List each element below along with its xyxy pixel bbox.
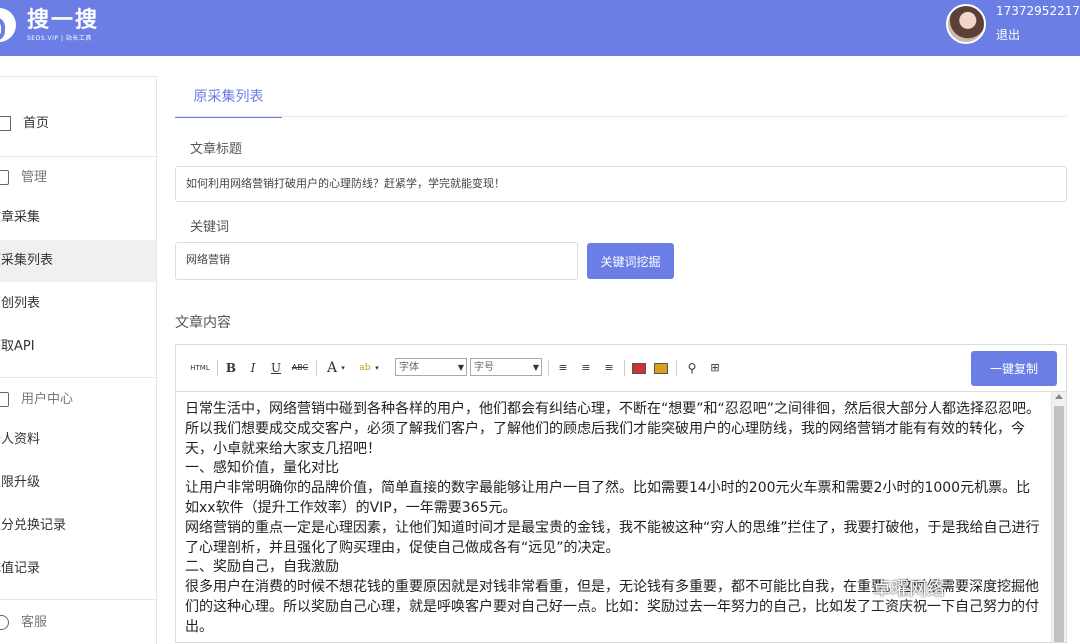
font-color-icon[interactable]: A <box>325 359 339 377</box>
editor-toolbar: HTML B I U ABC A ▾ ab ▾ 字体 ▼ 字号 ▼ ≡ ≡ ≡ ⚲ … <box>176 345 1066 392</box>
copy-all-button[interactable]: 一键复制 <box>971 351 1057 386</box>
sidebar-item-upgrade[interactable]: 权限升级 <box>0 462 144 504</box>
divider <box>0 377 156 378</box>
sidebar-group-user: 用户中心 <box>0 379 156 421</box>
logo-icon <box>0 8 16 42</box>
sidebar-group-label: 用户中心 <box>21 392 74 407</box>
align-right-icon[interactable]: ≡ <box>602 359 616 377</box>
chevron-down-icon: ▼ <box>532 363 539 372</box>
divider <box>624 360 625 376</box>
content-paragraph: 让用户非常明确你的品牌价值，简单直接的数字最能够让用户一目了然。比如需要14小时… <box>185 480 1031 516</box>
user-name: 17372952217 <box>996 4 1080 18</box>
avatar[interactable] <box>946 4 986 44</box>
sidebar-item-points-records[interactable]: 积分兑换记录 <box>0 505 144 547</box>
italic-icon[interactable]: I <box>246 359 260 377</box>
select-value: 字号 <box>474 362 494 373</box>
bold-icon[interactable]: B <box>224 359 238 377</box>
sidebar-item-collect-list[interactable]: 原采集列表 <box>0 240 156 282</box>
sidebar-group-label: 管理 <box>21 170 48 185</box>
font-family-select[interactable]: 字体 ▼ <box>395 358 467 376</box>
chevron-down-icon: ▼ <box>457 363 464 372</box>
content-paragraph: 日常生活中，网络营销中碰到各种各样的用户，他们都会有纠结心理，不断在“想要”和“… <box>185 401 1041 457</box>
keyword-mining-button[interactable]: 关键词挖掘 <box>587 243 674 279</box>
title-label: 文章标题 <box>190 142 243 157</box>
align-left-icon[interactable]: ≡ <box>556 359 570 377</box>
sidebar-item-api[interactable]: 获取API <box>0 326 144 368</box>
sidebar-item-original-list[interactable]: 原创列表 <box>0 283 144 325</box>
divider <box>0 599 156 600</box>
sidebar-item-recharge-records[interactable]: 充值记录 <box>0 548 144 590</box>
sidebar: 首页 管理 文章采集 原采集列表 原创列表 获取API 用户中心 个人资料 权限… <box>0 76 157 644</box>
sidebar-item-home[interactable]: 首页 <box>0 103 156 145</box>
sidebar-group-manage: 管理 <box>0 157 156 199</box>
editor-content[interactable]: 日常生活中，网络营销中碰到各种各样的用户，他们都会有纠结心理，不断在“想要”和“… <box>176 392 1052 642</box>
select-value: 字体 <box>399 362 419 373</box>
brand-name: 搜一搜 <box>27 8 100 33</box>
search-icon[interactable]: ⚲ <box>685 359 699 377</box>
keyword-field[interactable]: 网络营销 <box>175 242 578 280</box>
chevron-down-icon[interactable]: ▾ <box>373 359 381 377</box>
logout-link[interactable]: 退出 <box>996 26 1020 43</box>
tab-collect-list[interactable]: 原采集列表 <box>175 76 282 118</box>
sidebar-item-article-collect[interactable]: 文章采集 <box>0 197 144 239</box>
find-replace-icon[interactable]: ⊞ <box>708 359 722 377</box>
insert-image-icon[interactable] <box>654 359 668 377</box>
keyword-label: 关键词 <box>190 220 230 235</box>
content-paragraph: 网络营销的重点一定是心理因素，让他们知道时间才是最宝贵的金钱，我不能被这种“穷人… <box>185 519 1040 556</box>
underline-icon[interactable]: U <box>269 359 283 377</box>
sidebar-item-label: 客服 <box>21 615 48 630</box>
scrollbar[interactable] <box>1051 392 1066 642</box>
tab-underline <box>175 116 1067 117</box>
strikethrough-icon[interactable]: ABC <box>290 359 310 377</box>
scroll-up-icon[interactable] <box>1055 394 1063 399</box>
title-field[interactable]: 如何利用网络营销打破用户的心理防线？赶紧学，学完就能变现！ <box>175 166 1067 202</box>
scrollbar-thumb[interactable] <box>1054 406 1064 642</box>
align-center-icon[interactable]: ≡ <box>579 359 593 377</box>
watermark: 卓曜网络 <box>873 579 945 600</box>
divider <box>548 360 549 376</box>
divider <box>676 360 677 376</box>
html-icon[interactable]: HTML <box>190 359 210 377</box>
highlight-icon[interactable]: ab <box>357 359 373 377</box>
content-heading: 一、感知价值，量化对比 <box>185 460 339 477</box>
chevron-down-icon[interactable]: ▾ <box>339 359 347 377</box>
top-header: 搜一搜 SEOS.VIP | 站长工具 17372952217 退出 <box>0 0 1080 56</box>
user-center-icon <box>0 392 9 407</box>
manage-icon <box>0 170 9 185</box>
sidebar-item-label: 原采集列表 <box>0 253 54 268</box>
content-label: 文章内容 <box>175 315 231 331</box>
sidebar-item-profile[interactable]: 个人资料 <box>0 419 144 461</box>
font-size-select[interactable]: 字号 ▼ <box>470 358 542 376</box>
divider <box>217 360 218 376</box>
sidebar-item-label: 首页 <box>23 116 50 131</box>
image-icon[interactable] <box>632 359 646 377</box>
brand-subtitle: SEOS.VIP | 站长工具 <box>27 35 92 42</box>
home-icon <box>0 116 11 131</box>
sidebar-item-service[interactable]: 客服 <box>0 602 156 644</box>
divider <box>316 360 317 376</box>
service-icon <box>0 615 9 630</box>
